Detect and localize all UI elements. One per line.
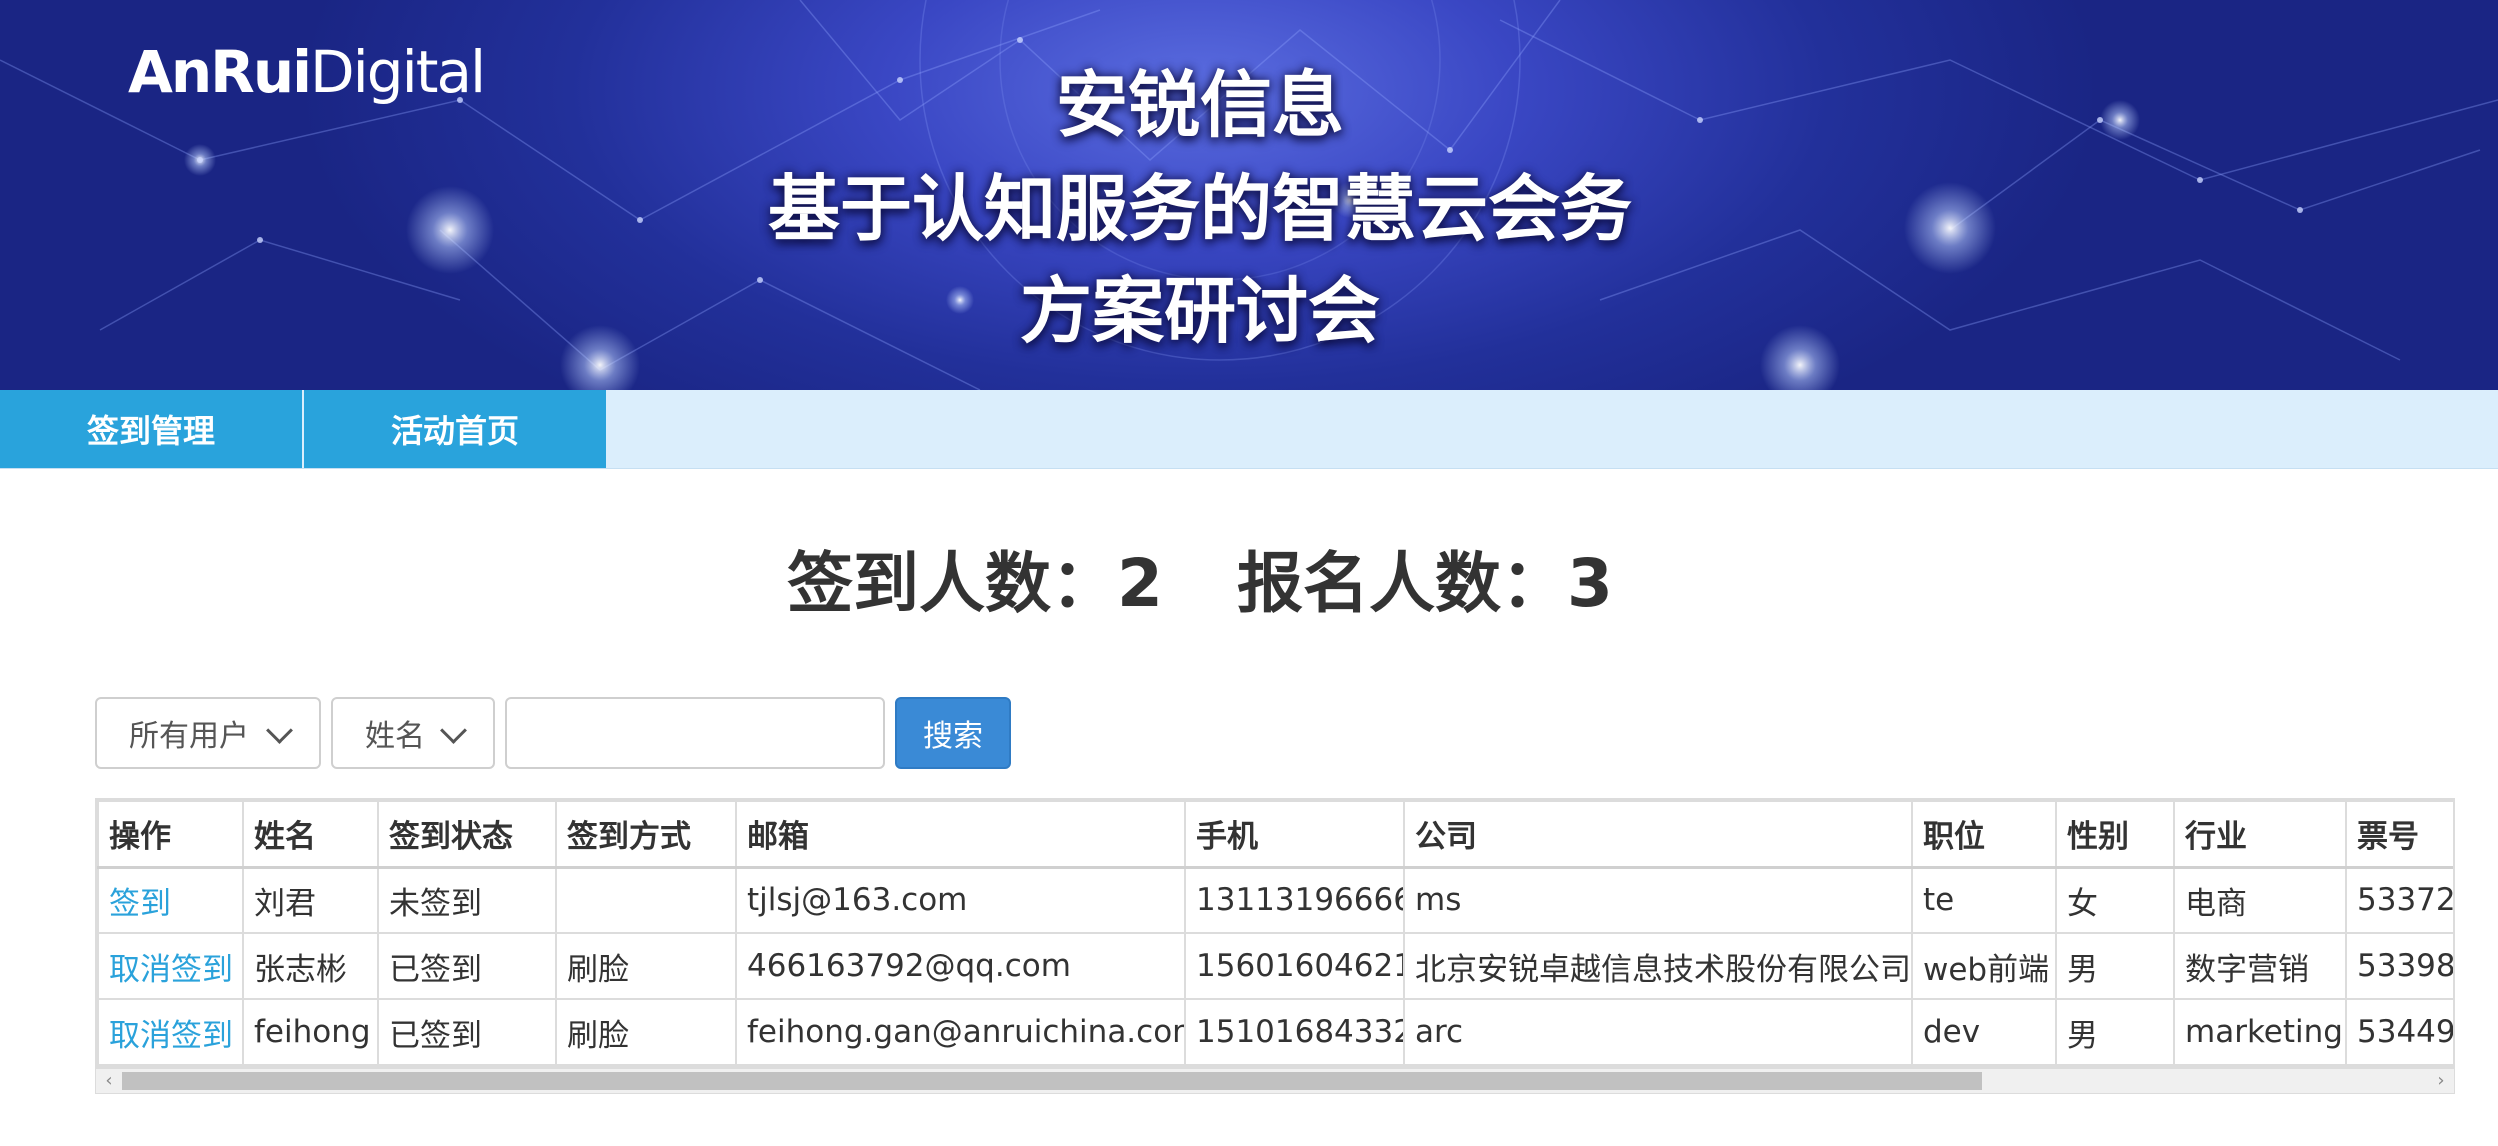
banner-title-line-1: 安锐信息: [1055, 63, 1344, 147]
chevron-down-icon: [266, 717, 293, 744]
cell-position: web前端: [1911, 932, 2057, 1000]
search-field-value: 姓名: [365, 719, 425, 754]
cell-phone: 15101684332: [1184, 998, 1405, 1066]
cell-status: 已签到: [377, 932, 557, 1000]
cell-name: 刘君: [242, 866, 379, 934]
scrollbar-thumb[interactable]: [122, 1072, 1982, 1090]
cell-gender: 女: [2055, 866, 2175, 934]
cell-company: ms: [1403, 866, 1913, 934]
registered-count: 报名人数：3: [1237, 545, 1613, 622]
checkin-link[interactable]: 签到: [97, 866, 244, 934]
cancel-checkin-link[interactable]: 取消签到: [97, 932, 244, 1000]
arrow-right-icon[interactable]: ›: [2430, 1071, 2452, 1091]
banner-title-line-3: 方案研讨会: [1019, 269, 1380, 353]
user-scope-select[interactable]: 所有用户: [95, 697, 321, 769]
cell-status: 未签到: [377, 866, 557, 934]
cell-ticket: 533987: [2345, 932, 2453, 1000]
column-header-ticket: 票号: [2345, 800, 2453, 869]
cell-email: feihong.gan@anruichina.com: [735, 998, 1186, 1066]
nav-item-checkin-management[interactable]: 签到管理: [0, 390, 302, 468]
column-header-method: 签到方式: [555, 800, 737, 869]
column-header-gender: 性别: [2055, 800, 2175, 869]
column-header-name: 姓名: [242, 800, 379, 869]
column-header-industry: 行业: [2173, 800, 2347, 869]
cell-industry: 数字营销: [2173, 932, 2347, 1000]
column-header-status: 签到状态: [377, 800, 557, 869]
checked-in-count: 签到人数：2: [787, 545, 1163, 622]
arrow-left-icon[interactable]: ‹: [98, 1071, 120, 1091]
chevron-down-icon: [440, 717, 467, 744]
nav-bar: 签到管理 活动首页: [0, 390, 2498, 469]
cell-position: dev: [1911, 998, 2057, 1066]
cell-gender: 男: [2055, 932, 2175, 1000]
cell-status: 已签到: [377, 998, 557, 1066]
column-header-position: 职位: [1911, 800, 2057, 869]
table-row: 取消签到 feihong 已签到 刷脸 feihong.gan@anruichi…: [97, 998, 2453, 1066]
table-row: 签到 刘君 未签到 tjlsj@163.com 13113196666 ms t…: [97, 866, 2453, 934]
cell-email: tjlsj@163.com: [735, 866, 1186, 934]
cell-phone: 15601604621: [1184, 932, 1405, 1000]
cell-ticket: 533722: [2345, 866, 2453, 934]
cell-method: 刷脸: [555, 932, 737, 1000]
column-header-action: 操作: [97, 800, 244, 869]
search-input[interactable]: [505, 697, 885, 769]
cell-method: [555, 866, 737, 934]
cell-name: 张志彬: [242, 932, 379, 1000]
attendee-table: 操作 姓名 签到状态 签到方式 邮箱 手机 公司 职位 性别 行业 票号 签到 …: [97, 800, 2453, 1066]
nav-item-event-home[interactable]: 活动首页: [304, 390, 606, 468]
cell-phone: 13113196666: [1184, 866, 1405, 934]
column-header-phone: 手机: [1184, 800, 1405, 869]
cell-method: 刷脸: [555, 998, 737, 1066]
cell-company: 北京安锐卓越信息技术股份有限公司: [1403, 932, 1913, 1000]
attendee-table-container: 操作 姓名 签到状态 签到方式 邮箱 手机 公司 职位 性别 行业 票号 签到 …: [95, 798, 2455, 1068]
attendance-stats: 签到人数：2 报名人数：3: [0, 530, 2400, 626]
table-horizontal-scrollbar[interactable]: ‹ ›: [95, 1068, 2455, 1094]
search-field-select[interactable]: 姓名: [331, 697, 495, 769]
cell-industry: marketing: [2173, 998, 2347, 1066]
cell-company: arc: [1403, 998, 1913, 1066]
table-row: 取消签到 张志彬 已签到 刷脸 466163792@qq.com 1560160…: [97, 932, 2453, 1000]
table-header-row: 操作 姓名 签到状态 签到方式 邮箱 手机 公司 职位 性别 行业 票号: [97, 800, 2453, 869]
search-button[interactable]: 搜索: [895, 697, 1011, 769]
column-header-company: 公司: [1403, 800, 1913, 869]
cell-gender: 男: [2055, 998, 2175, 1066]
cell-industry: 电商: [2173, 866, 2347, 934]
cell-name: feihong: [242, 998, 379, 1066]
cell-email: 466163792@qq.com: [735, 932, 1186, 1000]
banner-title-line-2: 基于认知服务的智慧云会务: [767, 167, 1632, 251]
cell-ticket: 534499: [2345, 998, 2453, 1066]
user-scope-value: 所有用户: [129, 719, 249, 754]
cancel-checkin-link[interactable]: 取消签到: [97, 998, 244, 1066]
cell-position: te: [1911, 866, 2057, 934]
column-header-email: 邮箱: [735, 800, 1186, 869]
header-banner: AnRuiDigital 安锐信息 基于认知服务的智慧云会务 方案研讨会: [0, 0, 2498, 390]
